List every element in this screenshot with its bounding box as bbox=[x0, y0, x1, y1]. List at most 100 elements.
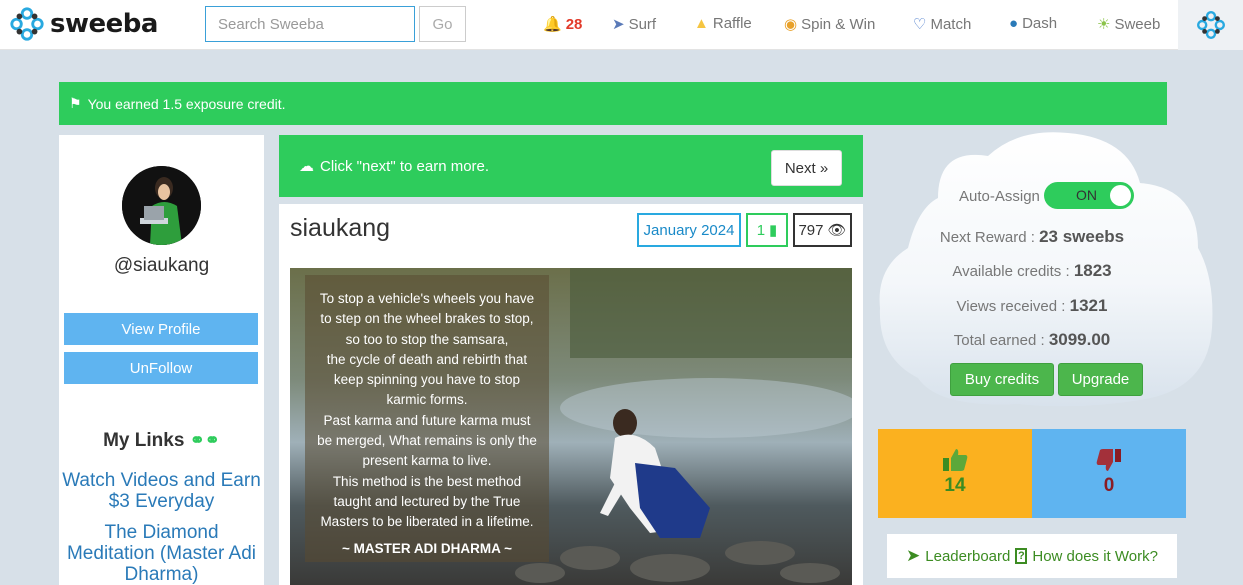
flag-icon: ⚑ bbox=[69, 95, 82, 111]
views-received-value: 1321 bbox=[1069, 296, 1108, 315]
unfollow-button[interactable]: UnFollow bbox=[64, 352, 258, 384]
top-navbar: sweeba Go 🔔 28 ➤ Surf ▲ Raffle ◉ Spin & … bbox=[0, 0, 1243, 50]
like-count: 14 bbox=[944, 475, 966, 496]
views-received-label: Views received : bbox=[956, 298, 1066, 315]
quote-line: the cycle of death and rebirth that bbox=[326, 351, 528, 367]
like-button[interactable]: 14 bbox=[878, 429, 1032, 518]
rocket-icon: ➤ bbox=[612, 16, 625, 33]
nav-label: Surf bbox=[628, 15, 657, 33]
total-earned-value: 3099.00 bbox=[1048, 330, 1111, 349]
leaderboard-link[interactable]: Leaderboard bbox=[925, 548, 1010, 565]
post-image: To stop a vehicle's wheels you have to s… bbox=[290, 268, 852, 585]
quote-line: karmic forms. bbox=[386, 392, 468, 408]
quote-line: To stop a vehicle's wheels you have bbox=[319, 291, 535, 306]
quote-line: Masters to be liberated in a lifetime. bbox=[320, 514, 534, 530]
quote-line: Past karma and future karma must bbox=[323, 412, 531, 428]
views-badge: 797 👁 bbox=[793, 213, 852, 247]
wheel-icon: ◉ bbox=[784, 16, 798, 33]
success-alert: ⚑ You earned 1.5 exposure credit. bbox=[59, 82, 1167, 125]
cloud-icon: ☁ bbox=[299, 158, 314, 175]
how-it-works-link[interactable]: How does it Work? bbox=[1032, 548, 1158, 565]
sweeba-mark-icon bbox=[1196, 11, 1225, 39]
comments-badge[interactable]: 1 ▮ bbox=[746, 213, 788, 247]
nav-label: Sweeb bbox=[1114, 15, 1161, 33]
post-date: January 2024 bbox=[643, 221, 735, 239]
quote-line: taught and lectured by the True bbox=[333, 493, 521, 509]
profile-sidebar: @siaukang View Profile UnFollow My Links… bbox=[59, 135, 264, 585]
nav-label: Spin & Win bbox=[801, 15, 876, 33]
thumbs-up-icon bbox=[943, 449, 968, 471]
nav-label: Match bbox=[930, 15, 972, 33]
comment-icon: ▮ bbox=[769, 222, 778, 239]
nav-label: Raffle bbox=[712, 15, 752, 32]
dislike-count: 0 bbox=[1103, 475, 1115, 496]
brand-name: sweeba bbox=[50, 9, 158, 39]
earn-bar: ☁ Click "next" to earn more. Next » bbox=[279, 135, 863, 197]
next-reward-value: 23 sweebs bbox=[1039, 227, 1125, 246]
auto-assign-toggle[interactable]: ON bbox=[1044, 182, 1134, 209]
bell-icon: 🔔 bbox=[543, 16, 562, 33]
view-profile-button[interactable]: View Profile bbox=[64, 313, 258, 345]
my-links-heading: My Links ⚭⚭ bbox=[59, 430, 264, 452]
quote-overlay: To stop a vehicle's wheels you have to s… bbox=[305, 275, 549, 562]
auto-assign-label: Auto-Assign bbox=[959, 188, 1040, 205]
available-credits-row: Available credits : 1823 bbox=[878, 261, 1186, 281]
comments-count: 1 bbox=[756, 221, 766, 239]
available-credits-value: 1823 bbox=[1073, 261, 1112, 280]
toggle-knob bbox=[1110, 185, 1131, 206]
search-input[interactable] bbox=[205, 6, 415, 42]
ticket-icon: ▲ bbox=[694, 15, 709, 32]
nav-match[interactable]: ♡ Match bbox=[913, 15, 972, 34]
profile-username: @siaukang bbox=[113, 255, 210, 276]
search-go-button[interactable]: Go bbox=[419, 6, 466, 42]
thumbs-down-icon bbox=[1096, 449, 1121, 471]
upgrade-button[interactable]: Upgrade bbox=[1058, 363, 1143, 396]
quote-line: This method is the best method bbox=[332, 473, 522, 489]
quote-line: be merged, What remains is only the bbox=[317, 433, 537, 449]
leaderboard-box: ➤ Leaderboard ? How does it Work? bbox=[887, 534, 1177, 578]
link-icon: ⚭⚭ bbox=[189, 430, 220, 450]
notifications-count: 28 bbox=[565, 15, 583, 33]
eye-icon: 👁 bbox=[827, 222, 847, 239]
sun-icon: ☀ bbox=[1097, 16, 1111, 33]
next-reward-row: Next Reward : 23 sweebs bbox=[878, 227, 1186, 247]
toggle-state: ON bbox=[1076, 187, 1097, 203]
available-credits-label: Available credits : bbox=[952, 263, 1070, 280]
views-received-row: Views received : 1321 bbox=[878, 296, 1186, 316]
nav-raffle[interactable]: ▲ Raffle bbox=[694, 15, 752, 32]
nav-label: Dash bbox=[1022, 15, 1058, 32]
next-reward-label: Next Reward : bbox=[939, 229, 1035, 246]
nav-dash[interactable]: ● Dash bbox=[1009, 15, 1057, 32]
nav-spin-win[interactable]: ◉ Spin & Win bbox=[784, 15, 876, 34]
quote-line: present karma to live. bbox=[362, 453, 492, 469]
sweeba-logo[interactable]: sweeba bbox=[8, 4, 158, 44]
nav-surf[interactable]: ➤ Surf bbox=[612, 15, 657, 34]
nav-sweeb[interactable]: ☀ Sweeb bbox=[1097, 15, 1161, 34]
notifications-bell[interactable]: 🔔 28 bbox=[543, 15, 583, 34]
nav-sweeba-menu[interactable] bbox=[1178, 0, 1243, 50]
alert-text: You earned 1.5 exposure credit. bbox=[87, 95, 286, 112]
sweeba-logo-icon bbox=[10, 7, 44, 41]
heart-icon: ♡ bbox=[913, 16, 927, 33]
avatar-image bbox=[122, 166, 201, 245]
avatar[interactable] bbox=[122, 166, 201, 245]
post-date-badge: January 2024 bbox=[637, 213, 741, 247]
question-icon: ? bbox=[1015, 548, 1028, 564]
views-count: 797 bbox=[798, 221, 824, 239]
quote-line: to step on the wheel brakes to stop, bbox=[320, 311, 534, 327]
quote-line: keep spinning you have to stop bbox=[333, 372, 521, 388]
post-card: siaukang January 2024 1 ▮ 797 👁 To stop … bbox=[279, 204, 863, 585]
my-links-title: My Links bbox=[103, 430, 185, 451]
next-button[interactable]: Next » bbox=[771, 150, 842, 186]
quote-line: so too to stop the samsara, bbox=[345, 331, 509, 347]
dislike-button[interactable]: 0 bbox=[1032, 429, 1186, 518]
total-earned-row: Total earned : 3099.00 bbox=[878, 330, 1186, 350]
rocket-icon: ➤ bbox=[906, 546, 921, 565]
quote-author: ~ MASTER ADI DHARMA ~ bbox=[341, 540, 512, 556]
globe-icon: ● bbox=[1009, 15, 1019, 32]
buy-credits-button[interactable]: Buy credits bbox=[950, 363, 1054, 396]
my-link-item[interactable]: Watch Videos and Earn $3 Everyday bbox=[59, 470, 264, 512]
post-title[interactable]: siaukang bbox=[290, 214, 390, 243]
earn-text: Click "next" to earn more. bbox=[320, 157, 490, 175]
my-link-item[interactable]: The Diamond Meditation (Master Adi Dharm… bbox=[59, 522, 264, 585]
